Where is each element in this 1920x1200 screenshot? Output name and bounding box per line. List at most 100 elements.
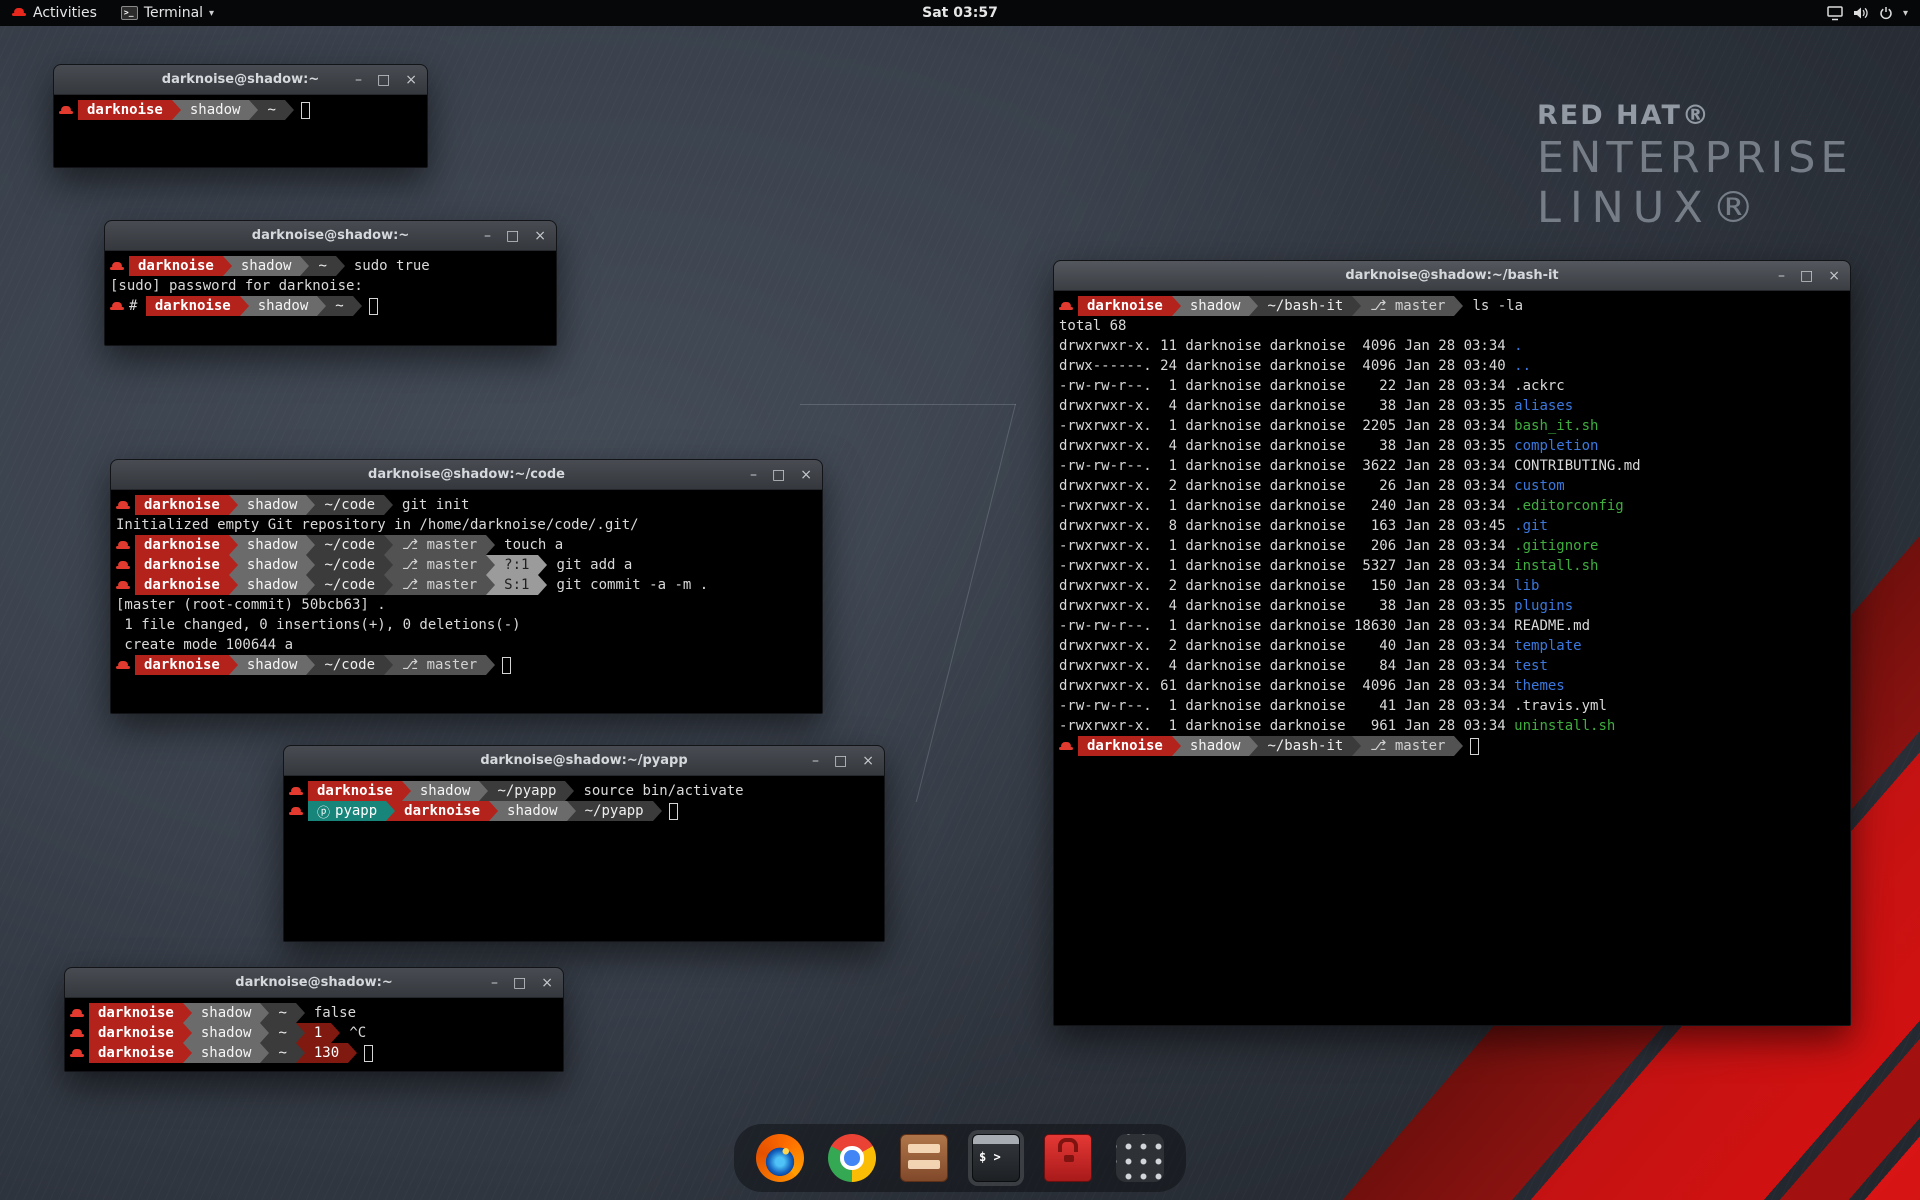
maximize-icon[interactable]: □ xyxy=(377,73,390,87)
powerline-separator xyxy=(300,256,309,276)
output-text: .editorconfig xyxy=(1514,496,1624,516)
firefox-icon[interactable] xyxy=(756,1134,804,1182)
terminal-launcher-icon[interactable] xyxy=(972,1134,1020,1182)
powerline-separator xyxy=(229,555,238,575)
user-segment: darknoise xyxy=(135,575,229,595)
terminal-cursor xyxy=(369,298,378,315)
path-segment: ~ xyxy=(269,1023,295,1043)
terminal-line: darknoiseshadow~sudo true xyxy=(110,256,556,276)
host-segment: shadow xyxy=(249,296,318,316)
window-titlebar[interactable]: darknoise@shadow:~–□× xyxy=(54,65,427,95)
minimize-icon[interactable]: – xyxy=(484,229,491,243)
close-icon[interactable]: × xyxy=(800,468,812,482)
minimize-icon[interactable]: – xyxy=(750,468,757,482)
maximize-icon[interactable]: □ xyxy=(513,976,526,990)
display-icon xyxy=(1827,6,1843,21)
exit-segment: 130 xyxy=(305,1043,348,1063)
show-applications-icon[interactable] xyxy=(1116,1134,1164,1182)
minimize-icon[interactable]: – xyxy=(1778,269,1785,283)
maximize-icon[interactable]: □ xyxy=(506,229,519,243)
powerline-separator xyxy=(567,801,576,821)
distro-logo-icon xyxy=(110,256,126,276)
window-titlebar[interactable]: darknoise@shadow:~– □ × xyxy=(65,968,563,998)
window-controls: – □ × xyxy=(812,746,874,776)
powerline-separator xyxy=(296,1023,305,1043)
powerline-separator xyxy=(386,801,395,821)
window-title: darknoise@shadow:~ xyxy=(65,968,563,998)
command-text: git init xyxy=(393,495,469,515)
powerline-separator xyxy=(384,575,393,595)
powerline-separator xyxy=(183,1023,192,1043)
output-text: custom xyxy=(1514,476,1565,496)
window-titlebar[interactable]: darknoise@shadow:~/code–□× xyxy=(111,460,822,490)
command-text: source bin/activate xyxy=(574,781,743,801)
terminal-line: darknoiseshadow~/code⎇ masterS:1git comm… xyxy=(116,575,822,595)
terminal-content[interactable]: darknoiseshadow~/bash-it⎇ masterls -lato… xyxy=(1054,292,1850,1025)
output-text: plugins xyxy=(1514,596,1573,616)
output-text: completion xyxy=(1514,436,1598,456)
output-text: themes xyxy=(1514,676,1565,696)
output-text: # xyxy=(129,296,146,316)
host-segment: shadow xyxy=(498,801,567,821)
file-manager-icon[interactable] xyxy=(900,1134,948,1182)
powerline-separator xyxy=(1454,736,1463,756)
maximize-icon[interactable]: □ xyxy=(1800,269,1813,283)
window-controls: – □ × xyxy=(491,968,553,998)
powerline-separator xyxy=(285,100,294,120)
clock[interactable]: Sat 03:57 xyxy=(910,5,1010,21)
output-text: drwxrwxr-x. 8 darknoise darknoise 163 Ja… xyxy=(1059,516,1514,536)
minimize-icon[interactable]: – xyxy=(491,976,498,990)
python-icon: ⓟ xyxy=(317,802,330,821)
close-icon[interactable]: × xyxy=(405,73,417,87)
maximize-icon[interactable]: □ xyxy=(834,754,847,768)
window-titlebar[interactable]: darknoise@shadow:~/pyapp–□× xyxy=(284,746,884,776)
command-text: git commit -a -m . xyxy=(547,575,708,595)
path-segment: ~/code xyxy=(315,655,384,675)
window-titlebar[interactable]: darknoise@shadow:~/bash-it–□× xyxy=(1054,261,1850,291)
window-titlebar[interactable]: darknoise@shadow:~–□× xyxy=(105,221,556,251)
toolbox-icon[interactable] xyxy=(1044,1134,1092,1182)
activities-button[interactable]: Activities xyxy=(0,0,109,26)
minimize-icon[interactable]: – xyxy=(812,754,819,768)
terminal-line: darknoiseshadow~1^C xyxy=(70,1023,563,1043)
terminal-content[interactable]: darknoiseshadow~sudo true[sudo] password… xyxy=(105,252,556,345)
powerline-separator xyxy=(1352,736,1361,756)
chrome-icon[interactable] xyxy=(828,1134,876,1182)
path-segment: ~/pyapp xyxy=(576,801,653,821)
terminal-line: drwx------. 24 darknoise darknoise 4096 … xyxy=(1059,356,1850,376)
system-status-area[interactable]: ▾ xyxy=(1815,0,1920,26)
output-text: [sudo] password for darknoise: xyxy=(110,276,371,296)
user-segment: darknoise xyxy=(78,100,172,120)
user-segment: darknoise xyxy=(1078,736,1172,756)
terminal-line: darknoiseshadow~/bash-it⎇ master xyxy=(1059,736,1850,756)
close-icon[interactable]: × xyxy=(541,976,553,990)
powerline-separator xyxy=(479,781,488,801)
terminal-line: -rwxrwxr-x. 1 darknoise darknoise 240 Ja… xyxy=(1059,496,1850,516)
volume-icon xyxy=(1853,6,1869,20)
output-text: drwxrwxr-x. 11 darknoise darknoise 4096 … xyxy=(1059,336,1514,356)
powerline-separator xyxy=(229,495,238,515)
host-segment: shadow xyxy=(238,655,307,675)
maximize-icon[interactable]: □ xyxy=(772,468,785,482)
powerline-separator xyxy=(306,655,315,675)
terminal-line: 1 file changed, 0 insertions(+), 0 delet… xyxy=(116,615,822,635)
terminal-content[interactable]: darknoiseshadow~ xyxy=(54,96,427,167)
output-text: [master (root-commit) 50bcb63] . xyxy=(116,595,386,615)
powerline-separator xyxy=(229,575,238,595)
powerline-separator xyxy=(229,535,238,555)
powerline-separator xyxy=(331,1023,340,1043)
output-text: .git xyxy=(1514,516,1548,536)
close-icon[interactable]: × xyxy=(862,754,874,768)
user-segment: darknoise xyxy=(135,555,229,575)
close-icon[interactable]: × xyxy=(1828,269,1840,283)
terminal-content[interactable]: darknoiseshadow~/codegit initInitialized… xyxy=(111,491,822,713)
minimize-icon[interactable]: – xyxy=(355,73,362,87)
output-text: create mode 100644 a xyxy=(116,635,293,655)
app-menu-terminal[interactable]: >_ Terminal ▾ xyxy=(109,0,226,26)
terminal-content[interactable]: darknoiseshadow~falsedarknoiseshadow~1^C… xyxy=(65,999,563,1071)
powerline-separator xyxy=(172,100,181,120)
terminal-content[interactable]: darknoiseshadow~/pyappsource bin/activat… xyxy=(284,777,884,941)
close-icon[interactable]: × xyxy=(534,229,546,243)
terminal-cursor xyxy=(502,657,511,674)
path-segment: ~ xyxy=(326,296,352,316)
